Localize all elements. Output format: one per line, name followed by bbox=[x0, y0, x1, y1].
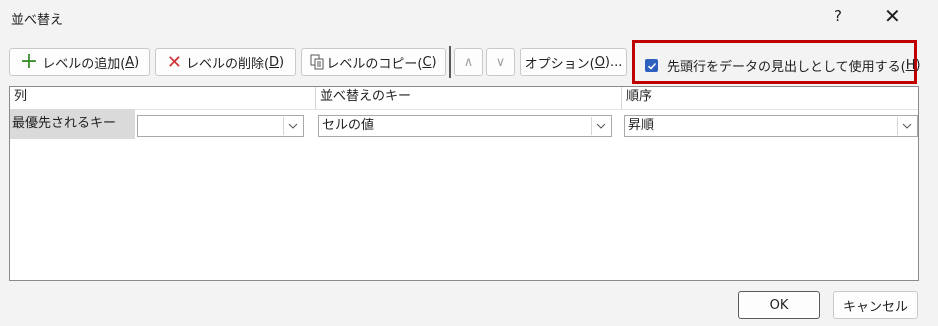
move-up-button[interactable]: ∧ bbox=[454, 48, 483, 76]
close-button[interactable]: ✕ bbox=[884, 4, 901, 28]
header-row-checkbox[interactable]: 先頭行をデータの見出しとして使用する(H) bbox=[645, 56, 921, 75]
sort-level-label[interactable]: 最優先されるキー bbox=[10, 109, 135, 139]
delete-level-suffix: ) bbox=[279, 54, 285, 70]
chevron-up-icon: ∧ bbox=[463, 54, 474, 70]
copy-level-accesskey: C bbox=[422, 54, 432, 70]
order-select[interactable]: 昇順 bbox=[624, 115, 918, 137]
add-level-button[interactable]: + レベルの追加(A) bbox=[9, 48, 150, 76]
delete-x-icon: ✕ bbox=[166, 51, 182, 73]
sort-levels-grid: 列 並べ替えのキー 順序 最優先されるキー セルの値 昇順 bbox=[9, 86, 919, 281]
options-suffix: )... bbox=[604, 54, 623, 70]
help-button[interactable]: ? bbox=[834, 7, 842, 25]
sort-on-select-value: セルの値 bbox=[322, 118, 375, 133]
header-divider bbox=[315, 87, 316, 109]
options-button[interactable]: オプション(O)... bbox=[520, 48, 627, 76]
toolbar-separator bbox=[449, 46, 451, 78]
order-select-value: 昇順 bbox=[628, 118, 655, 133]
cancel-button[interactable]: キャンセル bbox=[833, 291, 918, 319]
header-row-checkbox-label: 先頭行をデータの見出しとして使用する( bbox=[667, 60, 906, 75]
dialog-title: 並べ替え bbox=[11, 13, 64, 28]
sort-on-header: 並べ替えのキー bbox=[320, 89, 412, 104]
chevron-down-icon[interactable] bbox=[897, 117, 916, 135]
add-level-label: レベルの追加( bbox=[42, 56, 126, 72]
move-down-button[interactable]: ∨ bbox=[486, 48, 515, 76]
chevron-down-icon[interactable] bbox=[591, 117, 610, 135]
options-accesskey: O bbox=[594, 54, 605, 70]
sort-on-select[interactable]: セルの値 bbox=[318, 115, 612, 137]
order-header: 順序 bbox=[626, 89, 653, 104]
chevron-down-icon: ∨ bbox=[495, 54, 506, 70]
copy-level-label: レベルのコピー( bbox=[326, 56, 423, 72]
column-header: 列 bbox=[14, 89, 28, 104]
options-label: オプション( bbox=[524, 56, 595, 72]
copy-icon bbox=[310, 54, 324, 70]
column-select[interactable] bbox=[137, 115, 304, 137]
copy-level-button[interactable]: レベルのコピー(C) bbox=[301, 48, 446, 76]
delete-level-label: レベルの削除( bbox=[185, 56, 270, 72]
header-row-accesskey: H bbox=[905, 58, 916, 73]
chevron-down-icon[interactable] bbox=[283, 117, 302, 135]
delete-level-accesskey: D bbox=[269, 54, 280, 70]
plus-icon: + bbox=[19, 49, 39, 74]
copy-level-suffix: ) bbox=[431, 54, 437, 70]
header-divider bbox=[621, 87, 622, 109]
ok-button[interactable]: OK bbox=[738, 291, 820, 319]
add-level-accesskey: A bbox=[125, 54, 135, 70]
delete-level-button[interactable]: ✕ レベルの削除(D) bbox=[155, 48, 296, 76]
header-rule bbox=[10, 109, 918, 110]
sort-dialog: 並べ替え ? ✕ + レベルの追加(A) ✕ レベルの削除(D) レベルのコピー… bbox=[0, 0, 938, 326]
add-level-suffix: ) bbox=[134, 54, 140, 70]
checkbox-checked-icon[interactable] bbox=[645, 59, 658, 72]
header-row-suffix: ) bbox=[915, 58, 921, 73]
